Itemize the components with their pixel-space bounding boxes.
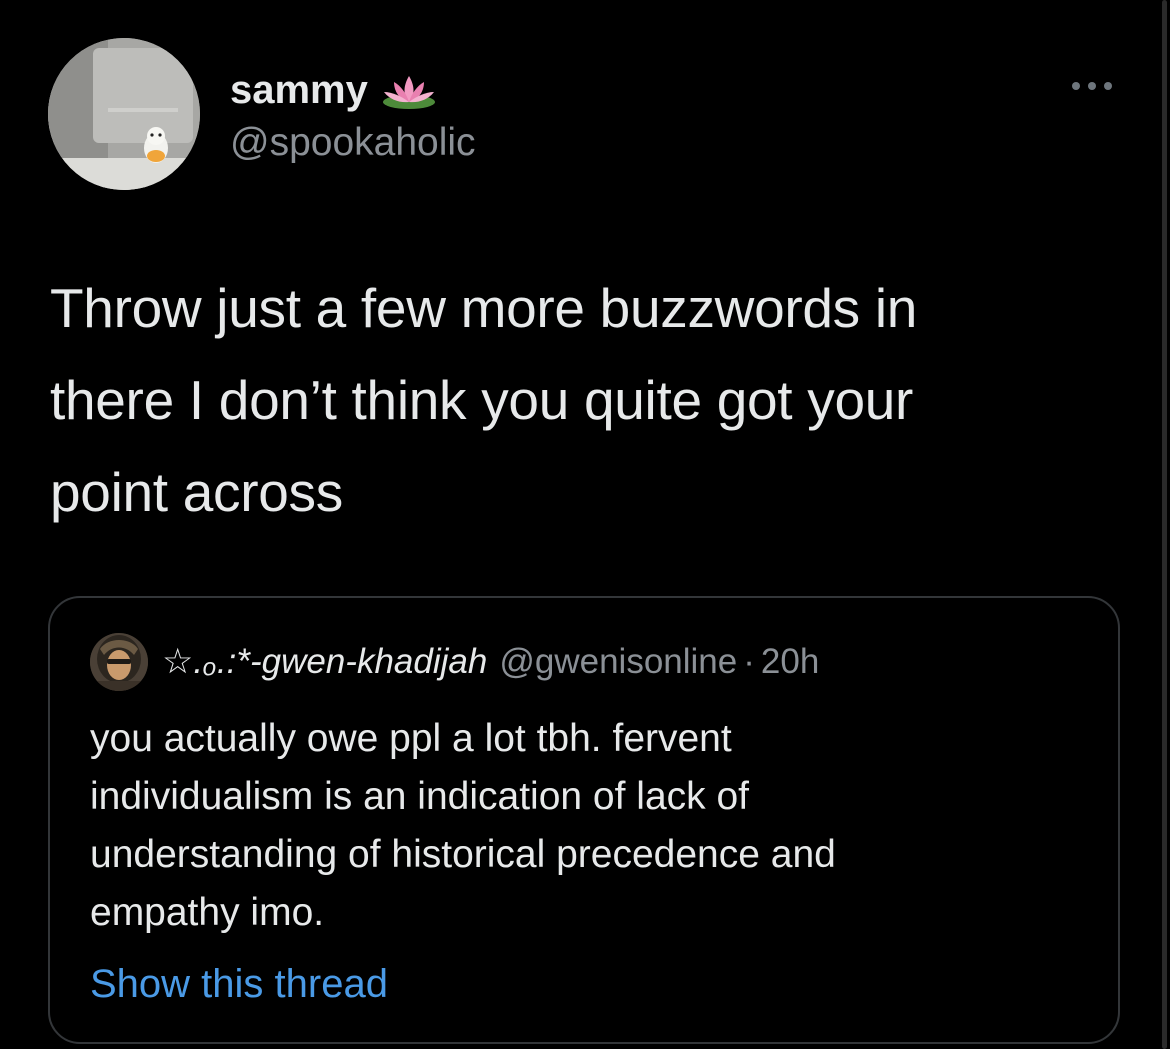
quoted-text-line: individualism is an indication of lack o…: [90, 775, 750, 818]
tweet-text-line: point across: [50, 461, 343, 523]
show-thread-link[interactable]: Show this thread: [90, 956, 388, 1012]
quoted-tweet-card[interactable]: ☆.ₒ.:*-gwen-khadijah @gwenisonline · 20h…: [48, 596, 1120, 1044]
quoted-author-avatar[interactable]: [90, 633, 148, 691]
author-handle[interactable]: @spookaholic: [230, 118, 476, 168]
quoted-text-line: you actually owe ppl a lot tbh. fervent: [90, 717, 732, 760]
more-horizontal-icon[interactable]: [1066, 74, 1118, 98]
quoted-author-handle[interactable]: @gwenisonline: [499, 642, 737, 682]
quoted-author-name[interactable]: ☆.ₒ.:*-gwen-khadijah: [162, 642, 487, 682]
author-display-name[interactable]: sammy: [230, 64, 438, 116]
author-avatar[interactable]: [48, 38, 200, 190]
scrollbar[interactable]: [1162, 0, 1167, 1049]
tweet-text-line: Throw just a few more buzzwords in: [50, 277, 918, 339]
quoted-tweet-header: ☆.ₒ.:*-gwen-khadijah @gwenisonline · 20h: [90, 632, 819, 692]
separator-dot: ·: [743, 642, 755, 681]
quoted-text-line: empathy imo.: [90, 891, 325, 934]
tweet: sammy @spookaholic Throw just a few more…: [0, 0, 1170, 1049]
author-name-text: sammy: [230, 68, 368, 112]
quoted-tweet-text: you actually owe ppl a lot tbh. fervent …: [90, 710, 1090, 942]
tweet-text-line: there I don’t think you quite got your: [50, 369, 914, 431]
lotus-icon: [380, 72, 438, 112]
quoted-text-line: understanding of historical precedence a…: [90, 833, 836, 876]
quoted-timestamp[interactable]: 20h: [761, 642, 819, 682]
tweet-text: Throw just a few more buzzwords in there…: [50, 262, 1110, 538]
